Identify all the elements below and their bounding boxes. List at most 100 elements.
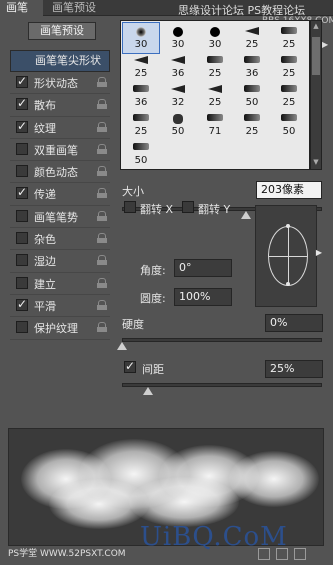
lock-icon[interactable] bbox=[97, 299, 107, 310]
brush-tip-cell[interactable]: 30 bbox=[197, 23, 233, 53]
roundness-input[interactable]: 100% bbox=[174, 288, 232, 306]
brush-option-item[interactable]: 建立 bbox=[10, 273, 110, 295]
lock-icon[interactable] bbox=[97, 210, 107, 221]
brush-tip-cell[interactable]: 30 bbox=[160, 23, 196, 53]
brush-option-item[interactable]: 杂色 bbox=[10, 228, 110, 251]
brush-tip-cell[interactable]: 25 bbox=[271, 81, 307, 111]
brush-tip-cell[interactable]: 36 bbox=[160, 52, 196, 82]
brush-tip-cell[interactable]: 32 bbox=[160, 81, 196, 111]
option-checkbox[interactable] bbox=[16, 142, 28, 155]
brush-tip-cell[interactable]: 25 bbox=[234, 110, 270, 140]
flip-y-checkbox[interactable] bbox=[182, 201, 194, 213]
option-label: 双重画笔 bbox=[34, 143, 78, 157]
option-checkbox[interactable] bbox=[16, 165, 28, 178]
size-slider-knob[interactable] bbox=[241, 211, 251, 219]
scroll-down-icon[interactable]: ▼ bbox=[312, 158, 320, 168]
lock-icon[interactable] bbox=[97, 121, 107, 132]
brush-tip-size: 71 bbox=[208, 126, 222, 137]
lock-icon[interactable] bbox=[97, 77, 107, 87]
scroll-up-icon[interactable]: ▲ bbox=[312, 22, 320, 32]
brush-grid-scrollbar[interactable]: ▲ ▼ bbox=[310, 20, 322, 170]
option-checkbox[interactable] bbox=[16, 209, 28, 222]
brush-tip-cell[interactable]: 25 bbox=[271, 52, 307, 82]
brush-tip-cell[interactable]: 30 bbox=[122, 22, 160, 54]
brush-tip-size: 36 bbox=[134, 97, 148, 108]
brush-option-item[interactable]: 传递 bbox=[10, 183, 110, 206]
brush-tip-cell[interactable]: 25 bbox=[197, 81, 233, 111]
brush-tip-size: 25 bbox=[134, 126, 148, 137]
brush-option-item[interactable]: 双重画笔 bbox=[10, 139, 110, 162]
angle-input[interactable]: 0° bbox=[174, 259, 232, 277]
brush-tip-wide-icon bbox=[281, 114, 297, 121]
spacing-input[interactable]: 25% bbox=[265, 360, 323, 378]
hardness-slider-track[interactable] bbox=[122, 338, 322, 342]
option-checkbox[interactable] bbox=[16, 321, 28, 334]
brush-tip-cell[interactable]: 50 bbox=[160, 110, 196, 140]
brush-tip-cell[interactable]: 50 bbox=[271, 110, 307, 140]
lock-icon[interactable] bbox=[97, 277, 107, 288]
brush-option-item[interactable]: 保护纹理 bbox=[10, 317, 110, 340]
hardness-slider-knob[interactable] bbox=[117, 342, 127, 350]
brush-tip-cell[interactable]: 71 bbox=[197, 110, 233, 140]
new-brush-icon[interactable] bbox=[294, 548, 306, 560]
brush-option-item[interactable]: 平滑 bbox=[10, 295, 110, 318]
hardness-input[interactable]: 0% bbox=[265, 314, 323, 332]
brush-option-item[interactable]: 形状动态 bbox=[10, 72, 110, 95]
brush-presets-button[interactable]: 画笔预设 bbox=[28, 22, 96, 40]
brush-option-item[interactable]: 纹理 bbox=[10, 117, 110, 139]
brush-tip-cell[interactable]: 36 bbox=[123, 81, 159, 111]
option-checkbox[interactable] bbox=[16, 232, 28, 245]
option-checkbox[interactable] bbox=[16, 276, 28, 289]
panel-menu-arrow-icon[interactable]: ▶ bbox=[322, 40, 328, 49]
brush-tip-cell[interactable]: 50 bbox=[123, 139, 159, 169]
brush-tip-cell[interactable]: 25 bbox=[123, 110, 159, 140]
brush-tip-wide-icon bbox=[281, 27, 297, 34]
option-checkbox[interactable] bbox=[16, 74, 28, 88]
option-checkbox[interactable] bbox=[16, 119, 28, 133]
lock-icon[interactable] bbox=[97, 99, 107, 110]
brush-ellipse[interactable] bbox=[268, 224, 308, 286]
option-checkbox[interactable] bbox=[16, 254, 28, 267]
brush-tip-wide-icon bbox=[281, 56, 297, 63]
lock-icon[interactable] bbox=[97, 143, 107, 154]
spacing-checkbox[interactable] bbox=[124, 359, 136, 373]
lock-icon[interactable] bbox=[97, 188, 107, 199]
flip-x-checkbox[interactable] bbox=[124, 201, 136, 213]
camera-icon[interactable] bbox=[258, 548, 270, 560]
brush-tip-size: 25 bbox=[282, 39, 296, 50]
brush-tip-cell[interactable]: 25 bbox=[197, 52, 233, 82]
lock-icon[interactable] bbox=[97, 322, 107, 333]
brush-option-item[interactable]: 画笔笔势 bbox=[10, 206, 110, 229]
brush-tip-hard-icon bbox=[173, 27, 183, 37]
grid-icon[interactable] bbox=[276, 548, 288, 560]
lock-icon[interactable] bbox=[97, 255, 107, 266]
brush-tip-cell[interactable]: 25 bbox=[271, 23, 307, 53]
brush-option-item[interactable]: 湿边 bbox=[10, 250, 110, 273]
angle-arrow-icon[interactable]: ▶ bbox=[316, 248, 322, 257]
brush-option-item[interactable]: 散布 bbox=[10, 94, 110, 117]
option-checkbox[interactable] bbox=[16, 96, 28, 111]
lock-icon[interactable] bbox=[97, 166, 107, 177]
tab-brush-presets[interactable]: 画笔预设 bbox=[46, 0, 108, 16]
option-checkbox[interactable] bbox=[16, 185, 28, 200]
option-checkbox[interactable] bbox=[16, 297, 28, 311]
brush-tip-size: 50 bbox=[245, 97, 259, 108]
brush-tip-cell[interactable]: 25 bbox=[234, 23, 270, 53]
brush-tip-grid[interactable]: 30 30 30 25 25 25 36 25 36 25 36 32 25 50 25 25 50 71 25 50… bbox=[120, 20, 310, 170]
scroll-thumb[interactable] bbox=[312, 37, 320, 75]
brush-tip-cell[interactable]: 25 bbox=[123, 52, 159, 82]
brush-option-item[interactable]: 颜色动态 bbox=[10, 161, 110, 184]
tab-brush[interactable]: 画笔 bbox=[0, 0, 43, 16]
roundness-handle-bottom[interactable] bbox=[286, 282, 290, 286]
brush-tip-cell[interactable]: 36 bbox=[234, 52, 270, 82]
brush-tip-blob-icon bbox=[173, 114, 183, 124]
brush-tip-cell[interactable]: 50 bbox=[234, 81, 270, 111]
brush-tip-tri-icon bbox=[134, 56, 148, 64]
size-input[interactable]: 203像素 bbox=[256, 181, 322, 199]
angle-roundness-preview[interactable]: ▶ bbox=[255, 205, 322, 307]
brush-tip-size: 25 bbox=[208, 68, 222, 79]
lock-icon[interactable] bbox=[97, 233, 107, 244]
brush-tip-shape-item[interactable]: 画笔笔尖形状 bbox=[10, 50, 110, 72]
roundness-handle-top[interactable] bbox=[286, 224, 290, 228]
spacing-slider-knob[interactable] bbox=[143, 387, 153, 395]
